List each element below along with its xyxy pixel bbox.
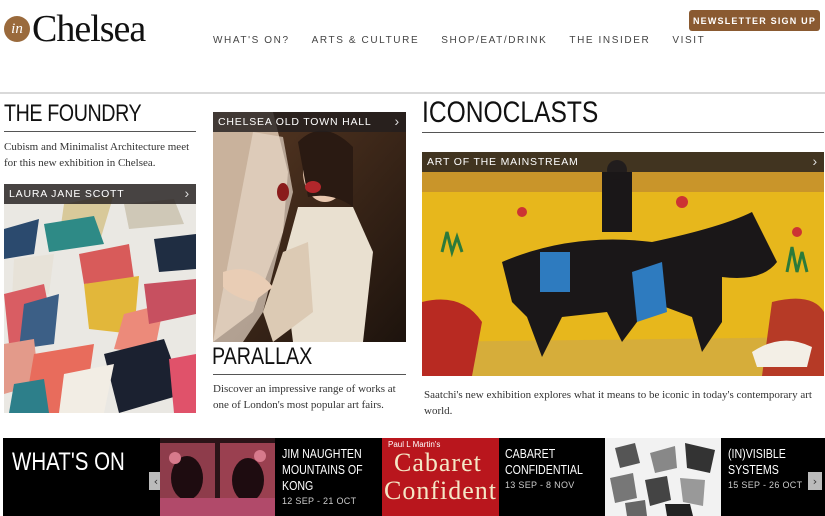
whats-on-heading[interactable]: WHAT'S ON bbox=[12, 448, 125, 477]
logo-in-badge: in bbox=[4, 16, 30, 42]
chevron-right-icon: › bbox=[394, 113, 400, 129]
divider bbox=[213, 374, 406, 375]
chevron-right-icon: › bbox=[812, 153, 818, 169]
iconoclasts-artwork-image[interactable]: ART OF THE MAINSTREAM › bbox=[422, 152, 824, 376]
event-title-invisible-systems[interactable]: (IN)VISIBLE SYSTEMS bbox=[728, 446, 786, 478]
event-thumbnail-invisible-systems[interactable] bbox=[605, 438, 721, 516]
portrait-photo bbox=[213, 112, 406, 342]
iconoclasts-title[interactable]: ICONOCLASTS bbox=[422, 96, 598, 130]
site-logo[interactable]: in Chelsea bbox=[4, 8, 146, 50]
event-thumbnail-cabaret[interactable]: Paul L Martin's Cabaret Confident bbox=[382, 438, 499, 516]
event-title-line: (IN)VISIBLE bbox=[728, 447, 786, 461]
foundry-description: Cubism and Minimalist Architecture meet … bbox=[4, 141, 190, 169]
nav-item-arts-culture[interactable]: ARTS & CULTURE bbox=[312, 35, 420, 46]
parallax-card-label-text: CHELSEA OLD TOWN HALL bbox=[218, 116, 372, 128]
event-date: 12 SEP - 21 OCT bbox=[282, 496, 357, 506]
event-title-line: CABARET bbox=[505, 447, 556, 461]
newsletter-signup-button[interactable]: NEWSLETTER SIGN UP bbox=[689, 10, 820, 31]
paper-shapes-illustration bbox=[4, 184, 196, 413]
logo-wordmark: Chelsea bbox=[32, 8, 146, 50]
event-title-cabaret[interactable]: CABARET CONFIDENTIAL bbox=[505, 446, 583, 478]
foundry-title[interactable]: THE FOUNDRY bbox=[4, 100, 142, 128]
parallax-title[interactable]: PARALLAX bbox=[212, 343, 312, 371]
event-title-line: CONFIDENTIAL bbox=[505, 463, 583, 477]
divider bbox=[4, 131, 196, 132]
foundry-artwork-image[interactable]: LAURA JANE SCOTT › bbox=[4, 184, 196, 413]
poster-headline: Confident bbox=[384, 476, 497, 505]
event-title-line: JIM NAUGHTEN bbox=[282, 447, 362, 461]
event-title-jim-naughten[interactable]: JIM NAUGHTEN MOUNTAINS OF KONG bbox=[282, 446, 363, 494]
event-title-line: KONG bbox=[282, 479, 314, 493]
iconoclasts-card-label-text: ART OF THE MAINSTREAM bbox=[427, 156, 579, 168]
event-date: 13 SEP - 8 NOV bbox=[505, 480, 575, 490]
parallax-artwork-image[interactable]: CHELSEA OLD TOWN HALL › bbox=[213, 112, 406, 342]
puzzle-pattern-illustration bbox=[605, 438, 721, 516]
event-thumbnail-jim-naughten[interactable] bbox=[160, 438, 275, 516]
chevron-right-icon: › bbox=[812, 474, 818, 488]
event-title-line: MOUNTAINS OF bbox=[282, 463, 363, 477]
event-title-line: SYSTEMS bbox=[728, 463, 779, 477]
nav-item-visit[interactable]: VISIT bbox=[672, 35, 705, 46]
gorilla-illustration bbox=[160, 438, 275, 516]
site-header: in Chelsea WHAT'S ON? ARTS & CULTURE SHO… bbox=[0, 0, 825, 94]
poster-headline: Cabaret bbox=[394, 448, 482, 477]
nav-item-shop-eat-drink[interactable]: SHOP/EAT/DRINK bbox=[441, 35, 547, 46]
nav-item-the-insider[interactable]: THE INSIDER bbox=[569, 35, 650, 46]
divider bbox=[422, 132, 824, 133]
parallax-description: Discover an impressive range of works at… bbox=[213, 383, 396, 411]
parallax-card-label[interactable]: CHELSEA OLD TOWN HALL › bbox=[213, 112, 406, 132]
horse-rider-painting bbox=[422, 152, 824, 376]
foundry-card-label-text: LAURA JANE SCOTT bbox=[9, 188, 125, 200]
iconoclasts-description: Saatchi's new exhibition explores what i… bbox=[424, 389, 812, 417]
carousel-next-button[interactable]: › bbox=[808, 472, 822, 490]
event-date: 15 SEP - 26 OCT bbox=[728, 480, 803, 490]
iconoclasts-card-label[interactable]: ART OF THE MAINSTREAM › bbox=[422, 152, 824, 172]
foundry-card-label[interactable]: LAURA JANE SCOTT › bbox=[4, 184, 196, 204]
main-nav: WHAT'S ON? ARTS & CULTURE SHOP/EAT/DRINK… bbox=[213, 35, 727, 46]
nav-item-whats-on[interactable]: WHAT'S ON? bbox=[213, 35, 290, 46]
chevron-right-icon: › bbox=[184, 185, 190, 201]
chevron-left-icon: ‹ bbox=[153, 474, 159, 488]
